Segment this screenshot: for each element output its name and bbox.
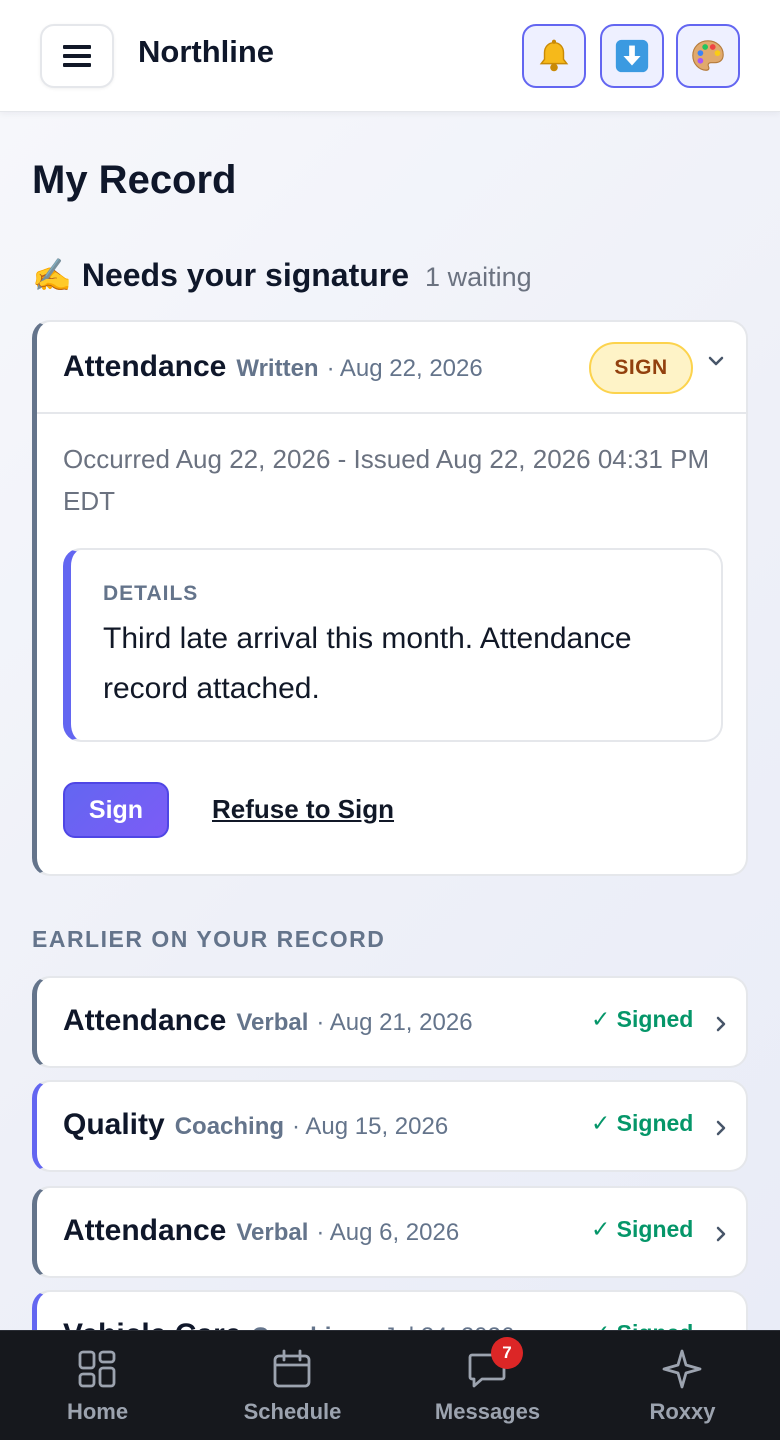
details-text: Third late arrival this month. Attendanc…	[103, 622, 632, 705]
record-date: · Aug 6, 2026	[316, 1219, 460, 1246]
app-header: Northline	[0, 0, 780, 112]
chevron-right-icon	[716, 1226, 726, 1242]
record-category: Quality	[63, 1108, 165, 1141]
notifications-button[interactable]	[522, 24, 586, 88]
earlier-heading: EARLIER ON YOUR RECORD	[32, 926, 386, 952]
grid-icon	[78, 1350, 116, 1388]
record-type: Verbal	[236, 1219, 309, 1246]
chevron-right-icon	[716, 1120, 726, 1136]
chevron-right-icon	[716, 1016, 726, 1032]
record-category: Attendance	[63, 350, 227, 383]
waiting-count: 1 waiting	[425, 262, 532, 292]
needs-signature-heading: ✍️ Needs your signature 1 waiting	[32, 256, 532, 294]
record-date: · Aug 22, 2026	[326, 355, 483, 382]
record-title: Attendance Verbal · Aug 21, 2026	[63, 1004, 473, 1038]
download-icon	[615, 39, 649, 73]
sign-status-badge: SIGN	[589, 342, 693, 394]
sparkle-icon	[662, 1349, 702, 1389]
signed-status: ✓ Signed	[591, 1110, 694, 1136]
app-name: Northline	[138, 34, 275, 69]
list-item[interactable]: Attendance Verbal · Aug 6, 2026 ✓ Signed	[32, 1186, 748, 1278]
pending-record-card: Attendance Written · Aug 22, 2026 SIGN O…	[32, 320, 748, 876]
nav-messages[interactable]: 7 Messages	[390, 1331, 585, 1440]
signed-status: ✓ Signed	[591, 1006, 694, 1032]
nav-label: Roxxy	[649, 1399, 716, 1424]
menu-button[interactable]	[40, 24, 114, 88]
bottom-navigation: Home Schedule 7 Messages Roxxy	[0, 1330, 780, 1440]
details-panel: DETAILS Third late arrival this month. A…	[63, 548, 723, 742]
hamburger-icon	[63, 45, 91, 67]
nav-home[interactable]: Home	[0, 1331, 195, 1440]
writing-hand-icon: ✍️	[32, 257, 72, 293]
record-type: Coaching	[174, 1113, 285, 1140]
list-item[interactable]: Attendance Verbal · Aug 21, 2026 ✓ Signe…	[32, 976, 748, 1068]
nav-label: Messages	[434, 1399, 541, 1424]
signed-status: ✓ Signed	[591, 1216, 694, 1242]
download-button[interactable]	[600, 24, 664, 88]
list-item[interactable]: Quality Coaching · Aug 15, 2026 ✓ Signed	[32, 1080, 748, 1172]
palette-icon	[692, 40, 724, 71]
nav-label: Home	[66, 1399, 129, 1424]
unread-badge: 7	[491, 1337, 523, 1369]
page-title: My Record	[32, 158, 237, 202]
record-category: Attendance	[63, 1004, 227, 1037]
record-dates: Occurred Aug 22, 2026 - Issued Aug 22, 2…	[63, 444, 710, 516]
record-date: · Aug 21, 2026	[316, 1009, 473, 1036]
refuse-to-sign-button[interactable]: Refuse to Sign	[212, 794, 394, 825]
details-label: DETAILS	[103, 582, 199, 605]
record-type: Written	[236, 355, 319, 382]
nav-roxxy[interactable]: Roxxy	[585, 1331, 780, 1440]
record-title: Quality Coaching · Aug 15, 2026	[63, 1108, 448, 1142]
record-title: Attendance Written · Aug 22, 2026	[63, 350, 483, 384]
bell-icon	[539, 39, 569, 72]
record-type: Verbal	[236, 1009, 309, 1036]
chevron-down-icon[interactable]	[705, 350, 727, 372]
nav-schedule[interactable]: Schedule	[195, 1331, 390, 1440]
section-title: Needs your signature	[81, 257, 410, 293]
calendar-icon	[273, 1349, 311, 1388]
record-title: Attendance Verbal · Aug 6, 2026	[63, 1214, 459, 1248]
record-category: Attendance	[63, 1214, 227, 1247]
theme-button[interactable]	[676, 24, 740, 88]
record-header[interactable]: Attendance Written · Aug 22, 2026 SIGN	[37, 322, 746, 414]
record-date: · Aug 15, 2026	[292, 1113, 449, 1140]
sign-button[interactable]: Sign	[63, 782, 169, 838]
nav-label: Schedule	[243, 1399, 342, 1424]
